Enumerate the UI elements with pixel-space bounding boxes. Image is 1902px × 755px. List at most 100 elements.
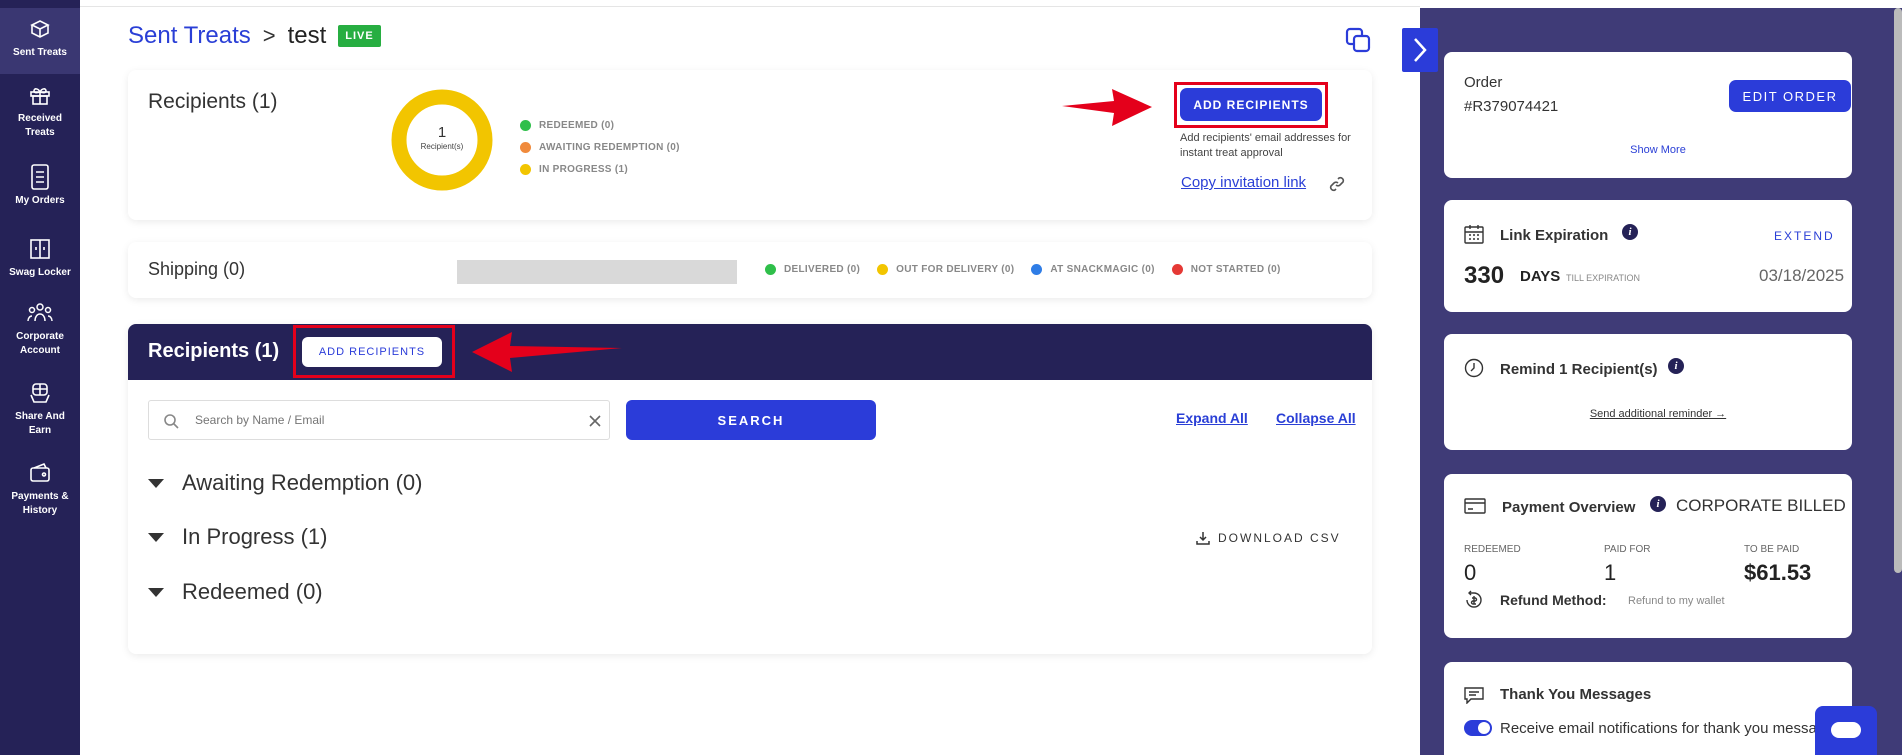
annotation-arrow-icon — [472, 332, 622, 372]
till-expiration-label: TILL EXPIRATION — [1566, 273, 1641, 283]
legend-item-not-started: NOT STARTED (0) — [1171, 259, 1281, 279]
chat-button[interactable] — [1815, 706, 1877, 755]
legend-item-at-snackmagic: AT SNACKMAGIC (0) — [1031, 259, 1154, 279]
legend-item-in-progress: IN PROGRESS (1) — [520, 158, 680, 180]
legend-dot — [877, 263, 889, 275]
order-card: Order #R379074421 EDIT ORDER Show More — [1444, 52, 1852, 178]
nav-item-my-orders[interactable]: My Orders — [0, 164, 80, 208]
remind-card: Remind 1 Recipient(s) i Send additional … — [1444, 334, 1852, 450]
nav-item-swag-locker[interactable]: Swag Locker — [0, 236, 80, 280]
nav-item-share-and-earn[interactable]: Share And Earn — [0, 380, 80, 438]
nav-item-payments-history[interactable]: Payments & History — [0, 460, 80, 518]
search-field[interactable] — [148, 400, 610, 440]
sidebar-top-strip — [1420, 0, 1902, 8]
download-icon — [1196, 532, 1210, 545]
nav-label: Swag Locker — [9, 267, 71, 278]
days-remaining-value: 330 — [1464, 262, 1505, 289]
info-icon[interactable]: i — [1668, 358, 1684, 374]
thank-you-title: Thank You Messages — [1500, 686, 1652, 703]
shipping-progress-bar — [457, 260, 737, 284]
caret-down-icon — [148, 532, 164, 542]
annotation-highlight-box — [293, 325, 455, 378]
caret-down-icon — [148, 478, 164, 488]
redeemed-label: REDEEMED — [1464, 544, 1521, 555]
to-be-paid-value: $61.53 — [1744, 560, 1812, 585]
legend-dot — [1171, 263, 1183, 275]
nav-item-received-treats[interactable]: Received Treats — [0, 82, 80, 140]
payment-overview-title: Payment Overview — [1502, 499, 1636, 516]
left-navigation: Sent Treats Received Treats My Orders Sw… — [0, 0, 80, 755]
payment-overview-card: Payment Overview i CORPORATE BILLED REDE… — [1444, 474, 1852, 638]
expand-all-link[interactable]: Expand All — [1176, 410, 1248, 426]
refund-method-value: Refund to my wallet — [1628, 595, 1725, 607]
legend-label: NOT STARTED (0) — [1190, 263, 1281, 275]
paid-for-label: PAID FOR — [1604, 544, 1651, 555]
nav-item-corporate-account[interactable]: Corporate Account — [0, 300, 80, 358]
group-redeemed[interactable]: Redeemed (0) — [148, 579, 323, 605]
duplicate-icon[interactable] — [1345, 27, 1371, 53]
toggle-knob — [1478, 722, 1490, 734]
credit-card-icon — [1464, 498, 1486, 514]
download-csv-button[interactable]: DOWNLOAD CSV — [1196, 531, 1341, 545]
recipients-list-card: Recipients (1) ADD RECIPIENTS SEARCH Exp… — [128, 324, 1372, 654]
download-csv-label: DOWNLOAD CSV — [1218, 531, 1341, 545]
share-gift-icon — [27, 380, 53, 406]
nav-label: Received Treats — [18, 113, 62, 138]
search-button[interactable]: SEARCH — [626, 400, 876, 440]
extend-link[interactable]: EXTEND — [1774, 229, 1835, 243]
email-notification-label: Receive email notifications for thank yo… — [1500, 720, 1817, 737]
group-in-progress[interactable]: In Progress (1) — [148, 524, 328, 550]
chevron-right-icon — [1414, 38, 1427, 62]
link-expiration-title: Link Expiration — [1500, 227, 1609, 244]
recipients-legend: REDEEMED (0) AWAITING REDEMPTION (0) IN … — [520, 114, 680, 180]
legend-label: AWAITING REDEMPTION (0) — [539, 141, 680, 153]
sidebar-toggle-button[interactable] — [1402, 28, 1438, 72]
link-expiration-card: Link Expiration i EXTEND 330 DAYS TILL E… — [1444, 200, 1852, 312]
breadcrumb-sent-treats-link[interactable]: Sent Treats — [128, 22, 251, 50]
nav-label: Share And Earn — [15, 411, 65, 436]
search-input[interactable] — [195, 410, 575, 430]
info-icon[interactable]: i — [1622, 224, 1638, 240]
legend-item-redeemed: REDEEMED (0) — [520, 114, 680, 136]
thank-you-messages-card: Thank You Messages Receive email notific… — [1444, 662, 1852, 755]
scrollbar[interactable] — [1894, 8, 1902, 573]
status-badge: LIVE — [338, 25, 381, 47]
legend-dot — [520, 119, 531, 131]
annotation-highlight-box — [1174, 82, 1328, 128]
recipients-list-title: Recipients (1) — [148, 340, 280, 362]
edit-order-button[interactable]: EDIT ORDER — [1729, 80, 1851, 112]
days-unit: DAYS — [1520, 268, 1561, 285]
group-label: Awaiting Redemption (0) — [182, 470, 423, 495]
link-icon[interactable] — [1329, 176, 1345, 192]
legend-item-awaiting: AWAITING REDEMPTION (0) — [520, 136, 680, 158]
shipping-card: Shipping (0) DELIVERED (0) OUT FOR DELIV… — [128, 242, 1372, 298]
nav-label: My Orders — [15, 195, 65, 206]
close-icon[interactable] — [587, 413, 603, 429]
nav-item-sent-treats[interactable]: Sent Treats — [0, 8, 80, 74]
send-reminder-link[interactable]: Send additional reminder → — [1444, 408, 1872, 420]
legend-dot — [520, 163, 531, 175]
email-notification-toggle[interactable] — [1464, 720, 1492, 736]
legend-label: REDEEMED (0) — [539, 119, 615, 131]
info-icon[interactable]: i — [1650, 496, 1666, 512]
breadcrumb-separator: > — [262, 23, 276, 48]
donut-label: Recipient(s) — [420, 142, 464, 151]
wallet-icon — [27, 460, 53, 486]
add-recipients-help-text: Add recipients' email addresses for inst… — [1180, 132, 1351, 159]
legend-label: IN PROGRESS (1) — [539, 163, 628, 175]
group-awaiting-redemption[interactable]: Awaiting Redemption (0) — [148, 470, 423, 496]
locker-icon — [27, 236, 53, 262]
people-icon — [27, 300, 53, 326]
collapse-all-link[interactable]: Collapse All — [1276, 410, 1356, 426]
nav-label: Corporate Account — [16, 331, 64, 356]
show-more-link[interactable]: Show More — [1444, 144, 1872, 156]
copy-invitation-link[interactable]: Copy invitation link — [1181, 174, 1306, 191]
recipients-list-header: Recipients (1) ADD RECIPIENTS — [128, 324, 1372, 380]
legend-item-delivered: DELIVERED (0) — [765, 259, 860, 279]
chat-icon — [1831, 722, 1861, 738]
legend-label: DELIVERED (0) — [784, 263, 861, 275]
nav-label: Sent Treats — [13, 47, 67, 58]
gift-box-icon — [27, 16, 53, 42]
breadcrumb: Sent Treats > test LIVE — [128, 22, 381, 50]
group-label: Redeemed (0) — [182, 579, 323, 604]
